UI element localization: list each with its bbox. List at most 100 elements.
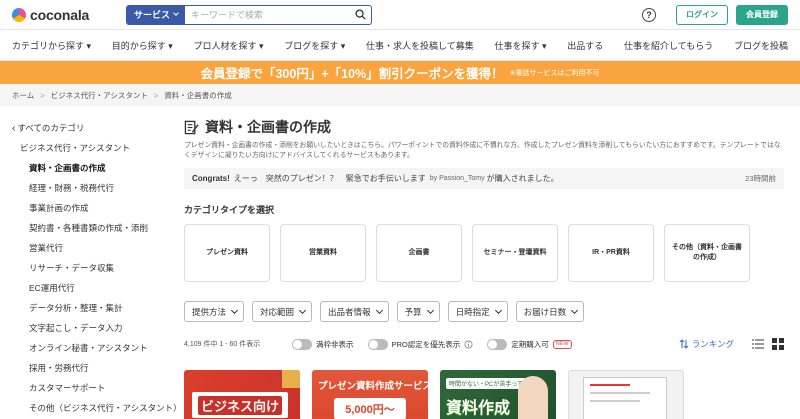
category-type-card[interactable]: IR・PR資料 — [568, 224, 654, 282]
logo[interactable]: coconala — [12, 7, 112, 23]
toggle-subscription[interactable]: 定期購入可 NEW — [487, 338, 572, 350]
banner-note: ※電話サービスはご利用不可 — [509, 69, 600, 77]
header-actions: ? ログイン 会員登録 — [642, 4, 788, 25]
notice-text[interactable]: えーっ 突然のプレゼン！？ 緊急でお手伝いします — [234, 173, 426, 184]
filter-budget[interactable]: 予算 — [396, 301, 440, 322]
nav-pro[interactable]: プロ人材を探す ▾ — [194, 39, 264, 52]
search-button[interactable] — [349, 6, 371, 24]
category-type-card[interactable]: プレゼン資料 — [184, 224, 270, 282]
banner-text: 会員登録で「300円」+「10%」割引クーポンを獲得！ — [200, 67, 504, 81]
chevron-down-icon — [173, 10, 179, 16]
filter-label: お届け日数 — [523, 306, 567, 317]
sidebar-item[interactable]: 資料・企画書の作成 — [12, 158, 176, 178]
category-type-card[interactable]: 営業資料 — [280, 224, 366, 282]
thumbnail-headline: 資料作成 — [446, 400, 511, 417]
sidebar-item[interactable]: データ分析・整理・集計 — [12, 298, 176, 318]
filter-delivery-method[interactable]: 提供方法 — [184, 301, 245, 322]
sidebar-parent[interactable]: ビジネス代行・アシスタント — [12, 138, 176, 158]
chevron-down-icon — [298, 306, 307, 314]
sidebar-item[interactable]: 営業代行 — [12, 238, 176, 258]
toggle-pro-priority[interactable]: PRO認定を優先表示 — [367, 338, 474, 350]
nav-blog[interactable]: ブログを探す ▾ — [284, 39, 345, 52]
notice-by: by Passion_Tomy — [429, 175, 485, 182]
sidebar-back-all[interactable]: ‹ すべてのカテゴリ — [12, 118, 176, 138]
sidebar-item[interactable]: リサーチ・データ収集 — [12, 258, 176, 278]
filter-label: 出品者情報 — [328, 306, 371, 317]
chevron-down-icon — [494, 306, 502, 314]
info-icon[interactable] — [464, 339, 473, 349]
sidebar-back-label: すべてのカテゴリ — [17, 123, 85, 133]
sidebar-item[interactable]: その他（ビジネス代行・アシスタント） — [12, 398, 182, 418]
service-thumbnail[interactable]: 時間がない・PCが苦手って方へ 資料作成 — [440, 370, 556, 419]
service-grid: ビジネス向け プレゼン資料作成サービス 5,000円〜 時間がない・PCが苦手っ… — [184, 370, 784, 419]
category-type-label: カテゴリタイプを選択 — [184, 205, 275, 215]
document-edit-icon — [184, 120, 199, 134]
sidebar-item[interactable]: カスタマーサポート — [12, 378, 176, 398]
nav-post-blog[interactable]: ブログを投稿 — [734, 39, 788, 52]
nav-sell[interactable]: 出品する — [567, 39, 603, 52]
sort-icon — [679, 339, 689, 349]
nav-purpose[interactable]: 目的から探す ▾ — [112, 39, 173, 52]
view-toggle — [752, 338, 784, 350]
sidebar-item[interactable]: オンライン秘書・アシスタント — [12, 338, 176, 358]
grid-view-icon[interactable] — [772, 338, 784, 350]
global-nav: カテゴリから探す ▾ 目的から探す ▾ プロ人材を探す ▾ ブログを探す ▾ 仕… — [0, 30, 800, 61]
breadcrumb: ホーム > ビジネス代行・アシスタント > 資料・企画書の作成 — [0, 84, 800, 106]
nav-post-job[interactable]: 仕事・求人を投稿して募集 — [366, 39, 474, 52]
sidebar-item[interactable]: EC運用代行 — [12, 278, 176, 298]
chevron-down-icon — [375, 306, 383, 314]
toggle-hide-full[interactable]: 満枠非表示 — [292, 338, 354, 350]
service-thumbnail[interactable]: プレゼン資料作成サービス 5,000円〜 — [312, 370, 428, 419]
filter-label: 提供方法 — [192, 306, 227, 317]
service-thumbnail[interactable]: ビジネス向け — [184, 370, 300, 419]
filter-date[interactable]: 日時指定 — [447, 301, 508, 322]
logo-mark-icon — [12, 7, 26, 22]
category-type-card[interactable]: その他（資料・企画書の作成） — [664, 224, 750, 282]
nav-categories[interactable]: カテゴリから探す ▾ — [12, 39, 91, 52]
breadcrumb-parent[interactable]: ビジネス代行・アシスタント — [51, 90, 148, 101]
sidebar-item[interactable]: 契約書・各種書類の作成・添削 — [12, 218, 176, 238]
sidebar: ‹ すべてのカテゴリ ビジネス代行・アシスタント 資料・企画書の作成 経理・財務… — [0, 106, 182, 419]
filter-seller-info[interactable]: 出品者情報 — [320, 301, 389, 322]
sidebar-item[interactable]: 採用・労務代行 — [12, 358, 176, 378]
filter-label: 日時指定 — [455, 306, 490, 317]
nav-find-job[interactable]: 仕事を探す ▾ — [494, 39, 546, 52]
person-photo — [518, 376, 548, 419]
sort-label: ランキング — [691, 339, 734, 349]
thumbnail-headline: ビジネス向け — [197, 395, 282, 415]
help-icon[interactable]: ? — [642, 7, 656, 22]
nav-referral[interactable]: 仕事を紹介してもらう — [624, 39, 713, 52]
breadcrumb-separator-icon: > — [153, 90, 159, 100]
toggle-label: PRO認定を優先表示 — [391, 339, 461, 349]
service-thumbnail[interactable] — [568, 370, 684, 419]
thumbnail-price: 5,000円〜 — [334, 398, 406, 419]
toggle-switch[interactable] — [292, 338, 312, 350]
filter-scope[interactable]: 対応範囲 — [252, 301, 313, 322]
breadcrumb-separator-icon: > — [40, 90, 45, 100]
toggle-switch[interactable] — [367, 338, 388, 350]
login-button[interactable]: ログイン — [676, 4, 728, 25]
new-badge: NEW — [552, 339, 572, 349]
header: coconala サービス ? ログイン 会員登録 — [0, 0, 800, 30]
sort-select[interactable]: ランキング — [679, 338, 734, 350]
sidebar-item[interactable]: 文字起こし・データ入力 — [12, 318, 176, 338]
search-input[interactable] — [185, 9, 349, 20]
results-count: 4,109 件中 1 - 60 件表示 — [184, 341, 261, 348]
sidebar-item[interactable]: 事業計画の作成 — [12, 198, 176, 218]
promo-banner[interactable]: 会員登録で「300円」+「10%」割引クーポンを獲得！ ※電話サービスはご利用不… — [0, 61, 800, 84]
toggle-switch[interactable] — [487, 338, 508, 350]
page-title: 資料・企画書の作成 — [205, 119, 331, 135]
register-button[interactable]: 会員登録 — [736, 4, 788, 25]
thumbnail-headline: プレゼン資料作成サービス — [318, 381, 428, 392]
chevron-down-icon — [230, 306, 239, 314]
category-type-card[interactable]: 企画書 — [376, 224, 462, 282]
sidebar-item[interactable]: 経理・財務・税務代行 — [12, 178, 176, 198]
filter-delivery-days[interactable]: お届け日数 — [515, 301, 585, 322]
filter-label: 予算 — [404, 306, 422, 317]
search-category-select[interactable]: サービス — [127, 5, 186, 24]
document-preview — [583, 377, 667, 419]
list-view-icon[interactable] — [752, 338, 764, 350]
breadcrumb-home[interactable]: ホーム — [12, 90, 34, 101]
category-type-card[interactable]: セミナー・登壇資料 — [472, 224, 558, 282]
notice-action: が購入されました。 — [486, 174, 559, 183]
